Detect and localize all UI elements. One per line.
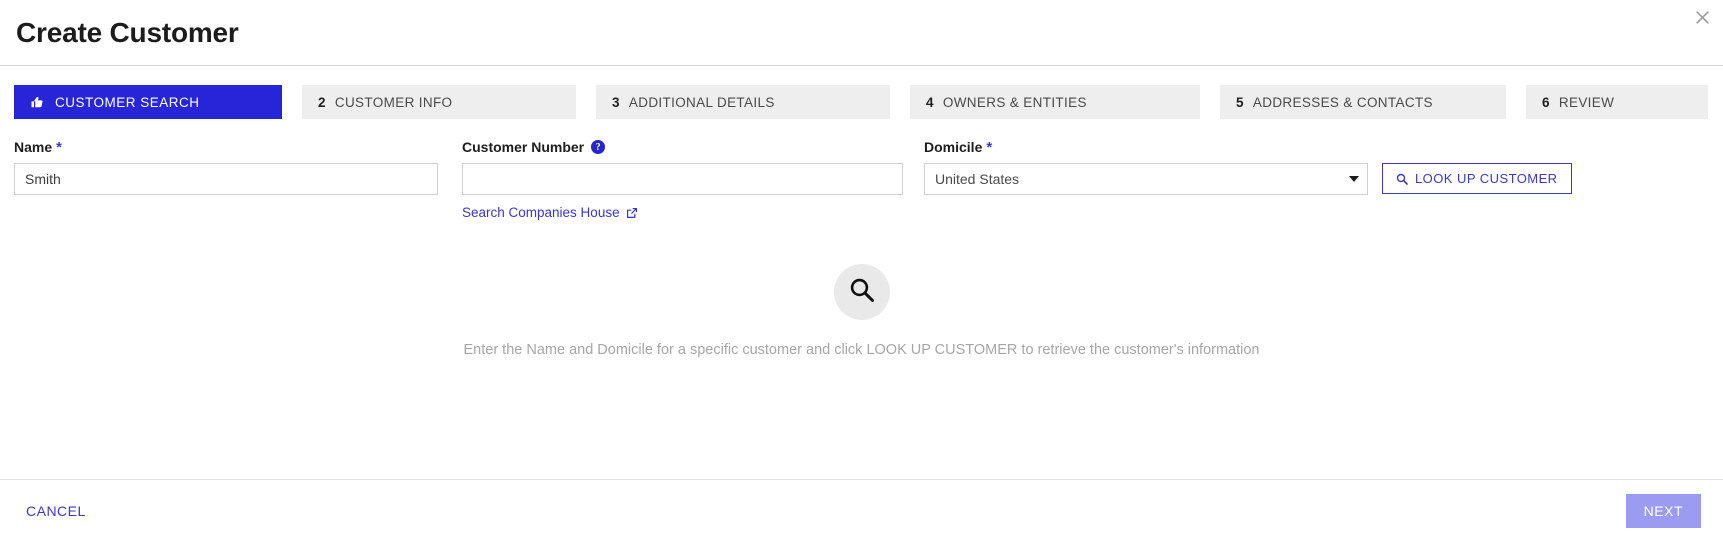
search-icon (1396, 173, 1408, 185)
name-field-group: Name * (14, 138, 438, 195)
page-title: Create Customer (16, 16, 239, 48)
domicile-label-text: Domicile (924, 139, 983, 155)
customer-number-field-group: Customer Number ? Search Companies House (462, 138, 903, 222)
domicile-selected-value: United States (935, 171, 1020, 187)
customer-number-label: Customer Number ? (462, 138, 903, 156)
tab-review[interactable]: 6 REVIEW (1526, 85, 1708, 119)
domicile-select[interactable]: United States (924, 163, 1368, 195)
domicile-select-wrapper: United States (924, 163, 1368, 195)
next-button[interactable]: NEXT (1625, 494, 1701, 528)
search-form: Name * Customer Number ? Search Companie… (0, 119, 1723, 222)
dialog-header: Create Customer (0, 0, 1723, 66)
tab-number: 2 (318, 94, 326, 110)
lookup-button-group: LOOK UP CUSTOMER (1382, 138, 1572, 194)
tab-addresses-contacts[interactable]: 5 ADDRESSES & CONTACTS (1220, 85, 1506, 119)
search-companies-house-label: Search Companies House (462, 205, 620, 220)
customer-number-label-text: Customer Number (462, 139, 585, 155)
name-label-text: Name (14, 139, 53, 155)
tab-customer-info[interactable]: 2 CUSTOMER INFO (302, 85, 576, 119)
tab-additional-details[interactable]: 3 ADDITIONAL DETAILS (596, 85, 890, 119)
tab-owners-entities[interactable]: 4 OWNERS & ENTITIES (910, 85, 1200, 119)
empty-state-icon-circle (833, 264, 890, 320)
tab-number: 3 (612, 94, 620, 110)
look-up-customer-label: LOOK UP CUSTOMER (1415, 171, 1558, 186)
empty-state-message: Enter the Name and Domicile for a specif… (463, 342, 1260, 358)
tab-number: 6 (1542, 94, 1550, 110)
dialog-footer: CANCEL NEXT (0, 479, 1723, 542)
required-marker: * (56, 138, 62, 156)
create-customer-dialog: Create Customer CUSTOMER SEARCH 2 CUSTOM… (0, 0, 1723, 542)
tab-label: CUSTOMER SEARCH (55, 94, 200, 110)
tab-customer-search[interactable]: CUSTOMER SEARCH (14, 85, 282, 119)
empty-state: Enter the Name and Domicile for a specif… (0, 264, 1723, 358)
tab-label: CUSTOMER INFO (334, 94, 453, 110)
look-up-customer-button[interactable]: LOOK UP CUSTOMER (1382, 163, 1572, 194)
name-label: Name * (14, 138, 438, 156)
tab-number: 4 (926, 94, 934, 110)
domicile-field-group: Domicile * United States (924, 138, 1368, 195)
external-link-icon (626, 207, 638, 219)
tab-label: ADDITIONAL DETAILS (628, 94, 775, 110)
domicile-label: Domicile * (924, 138, 1368, 156)
customer-number-input[interactable] (462, 163, 903, 195)
tab-label: OWNERS & ENTITIES (942, 94, 1087, 110)
help-icon[interactable]: ? (591, 140, 606, 154)
cancel-button[interactable]: CANCEL (22, 495, 90, 527)
search-companies-house-link[interactable]: Search Companies House (462, 205, 638, 220)
wizard-stepper: CUSTOMER SEARCH 2 CUSTOMER INFO 3 ADDITI… (0, 66, 1723, 119)
name-input[interactable] (14, 163, 438, 195)
search-icon (848, 276, 876, 309)
thumbs-up-icon (30, 95, 45, 110)
required-marker: * (986, 138, 993, 156)
tab-label: ADDRESSES & CONTACTS (1252, 94, 1433, 110)
close-icon[interactable] (1689, 4, 1715, 30)
tab-number: 5 (1236, 94, 1244, 110)
tab-label: REVIEW (1558, 94, 1615, 110)
